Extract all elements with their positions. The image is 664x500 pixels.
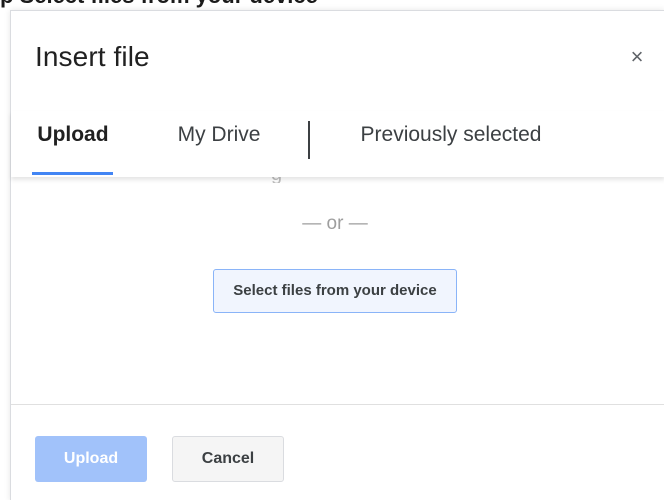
drag-text-remnant-glyph: g (271, 177, 281, 183)
or-separator-text: — or — (302, 213, 368, 234)
page: p Select files from your device Insert f… (0, 0, 664, 500)
clipped-heading-text: p Select files from your device (0, 0, 318, 9)
tab-upload[interactable]: Upload (33, 111, 113, 173)
clipped-heading-strip: p Select files from your device (0, 0, 664, 10)
active-tab-indicator (32, 172, 113, 175)
drag-text-remnant: g (271, 177, 281, 183)
tab-my-drive[interactable]: My Drive (169, 111, 269, 173)
tab-previously-selected[interactable]: Previously selected (351, 111, 551, 173)
or-separator: — or — (11, 213, 664, 235)
dialog-title: Insert file (35, 41, 150, 72)
upload-panel: g — or — Select files from your device (11, 177, 664, 405)
upload-button[interactable]: Upload (35, 436, 147, 482)
insert-file-dialog: Insert file × Upload My Drive Previously… (10, 10, 664, 500)
tab-bar: Upload My Drive Previously selected (11, 111, 664, 177)
tab-divider (308, 121, 310, 159)
select-files-button[interactable]: Select files from your device (213, 269, 457, 313)
footer-divider (11, 404, 664, 405)
cancel-button[interactable]: Cancel (172, 436, 284, 482)
close-icon[interactable]: × (627, 46, 647, 68)
